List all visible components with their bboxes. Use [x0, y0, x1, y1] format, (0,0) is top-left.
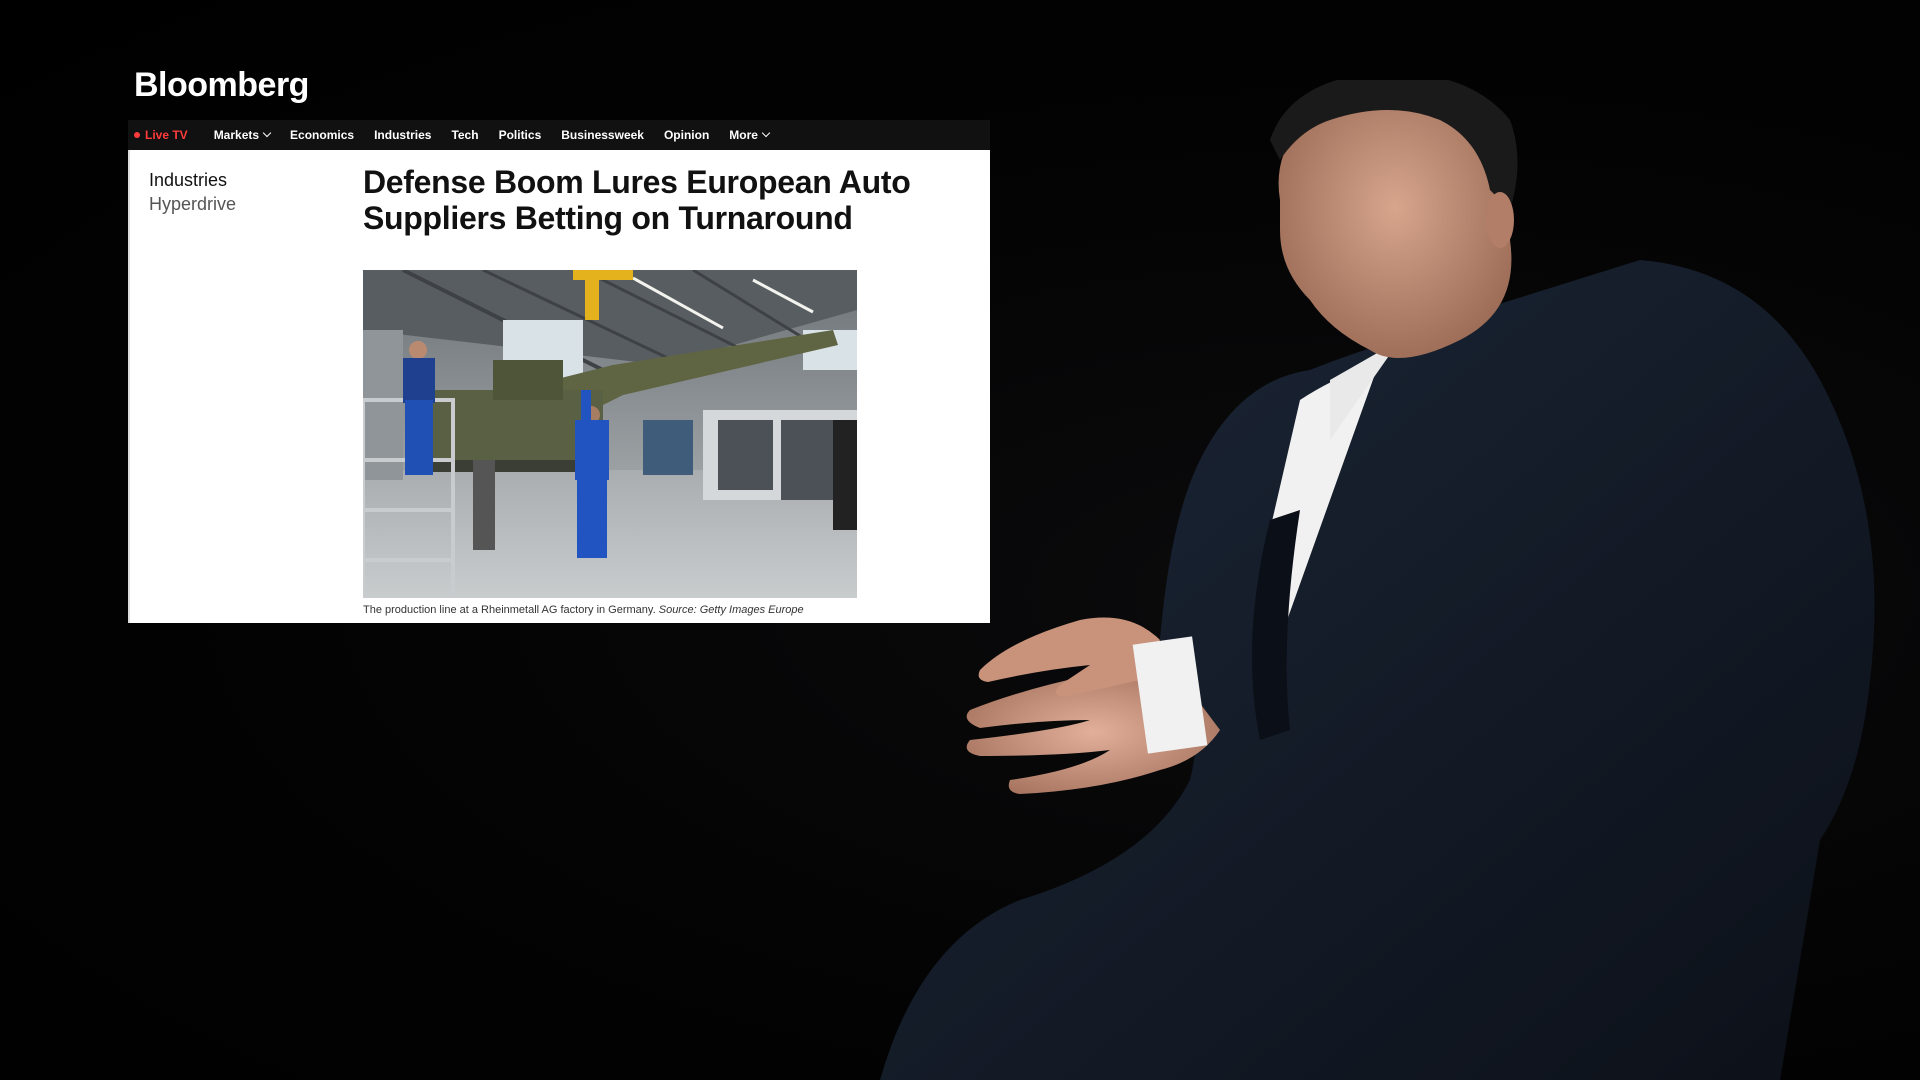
image-caption: The production line at a Rheinmetall AG … — [363, 604, 804, 616]
nav-markets[interactable]: Markets — [213, 128, 272, 142]
nav-industries[interactable]: Industries — [374, 128, 431, 142]
nav-tech[interactable]: Tech — [451, 128, 478, 142]
nav-markets-label: Markets — [213, 128, 260, 142]
subsection-link[interactable]: Hyperdrive — [149, 192, 236, 216]
video-frame: Bloomberg Live TV Markets Economics Indu… — [0, 0, 1920, 1080]
nav-tech-label: Tech — [451, 128, 479, 142]
nav-politics-label: Politics — [498, 128, 542, 142]
nav-politics[interactable]: Politics — [499, 128, 542, 142]
chevron-down-icon — [761, 128, 771, 138]
nav-opinion-label: Opinion — [663, 128, 710, 142]
nav-more-label: More — [729, 128, 758, 142]
nav-live-tv-label: Live TV — [145, 128, 188, 142]
interviewee — [880, 80, 1875, 1080]
nav-more[interactable]: More — [729, 128, 771, 142]
nav-businessweek-label: Businessweek — [561, 128, 644, 142]
live-dot-icon — [134, 132, 140, 138]
caption-text: The production line at a Rheinmetall AG … — [363, 604, 656, 616]
nav-opinion[interactable]: Opinion — [664, 128, 709, 142]
bloomberg-logo: Bloomberg — [134, 66, 309, 104]
nav-industries-label: Industries — [374, 128, 432, 142]
nav-businessweek[interactable]: Businessweek — [561, 128, 644, 142]
factory-photo-illustration — [363, 270, 857, 598]
nav-economics-label: Economics — [290, 128, 355, 142]
caption-source: Source: Getty Images Europe — [658, 604, 804, 616]
chevron-down-icon — [262, 128, 272, 138]
factory-photo — [363, 270, 857, 598]
section-link[interactable]: Industries — [149, 168, 227, 192]
nav-economics[interactable]: Economics — [290, 128, 354, 142]
nav-live-tv[interactable]: Live TV — [134, 128, 188, 142]
